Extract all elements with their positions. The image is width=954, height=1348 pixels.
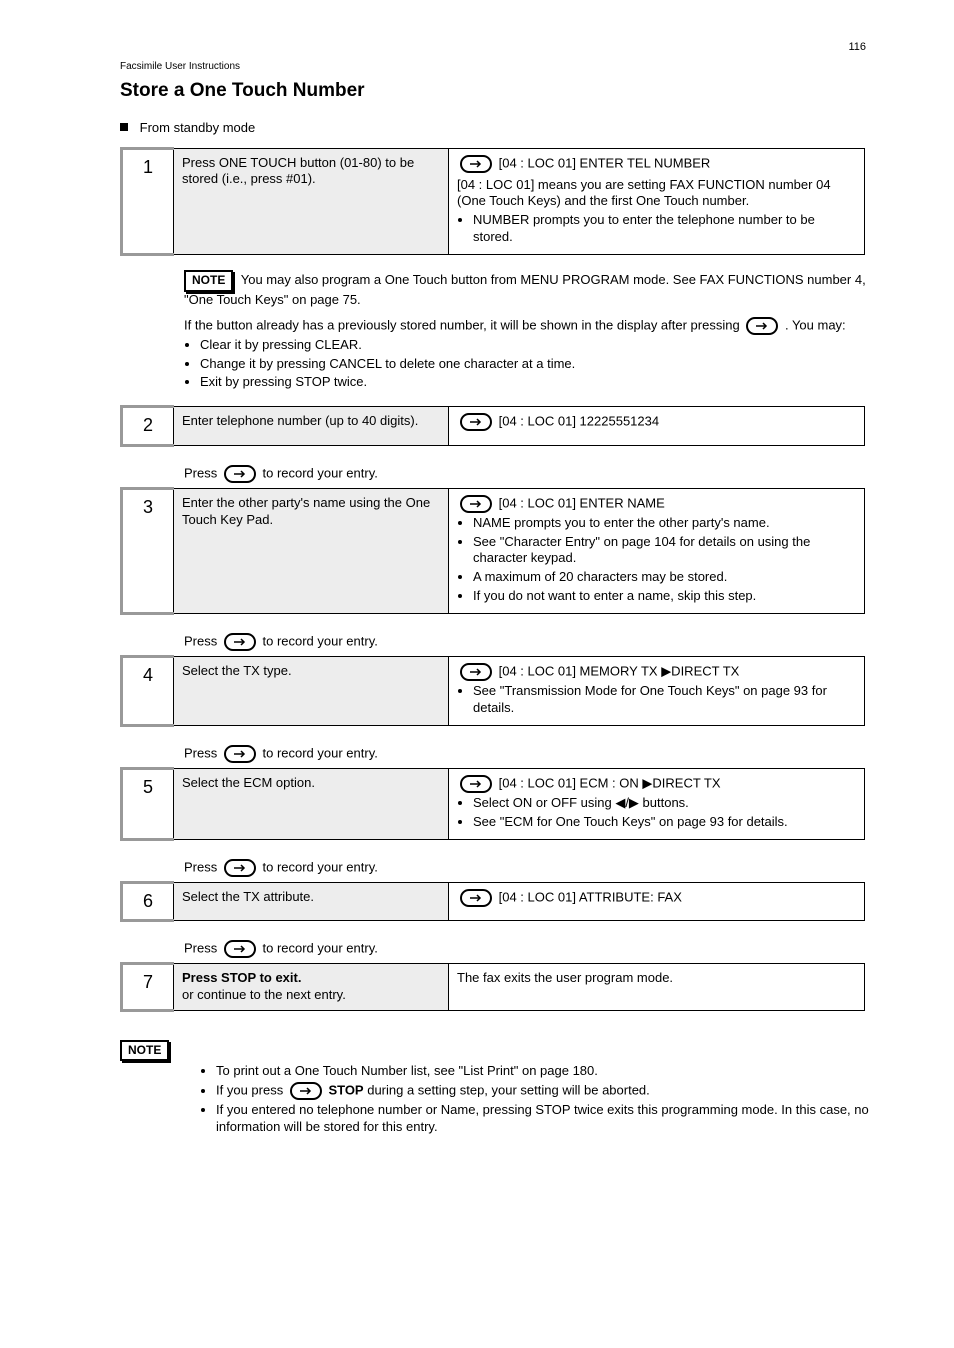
section-head: Press to record your entry. (184, 859, 874, 877)
enter-icon (460, 495, 492, 513)
step-number: 5 (122, 768, 174, 839)
step-row: 4 Select the TX type. [04 : LOC 01] MEMO… (120, 655, 865, 727)
step-row: 6 Select the TX attribute. [04 : LOC 01]… (120, 881, 865, 922)
enter-icon (224, 633, 256, 651)
section-head: Press to record your entry. (184, 745, 874, 763)
enter-icon (224, 745, 256, 763)
section-head: Press to record your entry. (184, 465, 874, 483)
section-head: Press to record your entry. (184, 633, 874, 651)
step-display: [04 : LOC 01] ECM : ON ▶DIRECT TX Select… (449, 768, 865, 839)
step-row: 3 Enter the other party's name using the… (120, 487, 865, 615)
step-display: The fax exits the user program mode. (449, 964, 865, 1011)
step-instruction: Select the TX attribute. (174, 882, 449, 920)
step-instruction: Select the TX type. (174, 657, 449, 726)
page-number: 116 (848, 40, 866, 54)
step-display: [04 : LOC 01] ENTER TEL NUMBER [04 : LOC… (449, 148, 865, 255)
footer-note: NOTE To print out a One Touch Number lis… (120, 1040, 874, 1136)
step-number: 7 (122, 964, 174, 1011)
enter-icon (460, 663, 492, 681)
subtitle: Facsimile User Instructions (120, 60, 874, 73)
step-row: 2 Enter telephone number (up to 40 digit… (120, 405, 865, 446)
step-display: [04 : LOC 01] MEMORY TX ▶DIRECT TX See "… (449, 657, 865, 726)
enter-icon (746, 317, 778, 335)
enter-icon (224, 940, 256, 958)
note-badge: NOTE (120, 1040, 169, 1062)
step-instruction: Enter telephone number (up to 40 digits)… (174, 407, 449, 445)
enter-icon (460, 775, 492, 793)
enter-icon (460, 889, 492, 907)
enter-icon (290, 1082, 322, 1100)
step-number: 1 (122, 148, 174, 255)
enter-icon (224, 465, 256, 483)
step-number: 3 (122, 488, 174, 613)
step-display: [04 : LOC 01] ATTRIBUTE: FAX (449, 882, 865, 920)
page-title: Store a One Touch Number (120, 79, 874, 104)
note-block: NOTE You may also program a One Touch bu… (184, 270, 874, 391)
bullet-square-icon (120, 123, 128, 131)
enter-icon (460, 413, 492, 431)
step-number: 2 (122, 407, 174, 445)
step-instruction: Select the ECM option. (174, 768, 449, 839)
step-number: 4 (122, 657, 174, 726)
step-row: 5 Select the ECM option. [04 : LOC 01] E… (120, 767, 865, 841)
step-row: 7 Press STOP to exit. or continue to the… (120, 962, 865, 1012)
section-head: Press to record your entry. (184, 940, 874, 958)
step-instruction: Enter the other party's name using the O… (174, 488, 449, 613)
enter-icon (460, 155, 492, 173)
step-display: [04 : LOC 01] ENTER NAME NAME prompts yo… (449, 488, 865, 613)
step-row: 1 Press ONE TOUCH button (01-80) to be s… (120, 147, 865, 257)
section-heading: From standby mode (120, 120, 874, 137)
step-instruction: Press STOP to exit. or continue to the n… (174, 964, 449, 1011)
enter-icon (224, 859, 256, 877)
note-badge: NOTE (184, 270, 233, 292)
page: 116 Facsimile User Instructions Store a … (0, 0, 954, 1198)
step-instruction: Press ONE TOUCH button (01-80) to be sto… (174, 148, 449, 255)
step-number: 6 (122, 882, 174, 920)
step-display: [04 : LOC 01] 12225551234 (449, 407, 865, 445)
